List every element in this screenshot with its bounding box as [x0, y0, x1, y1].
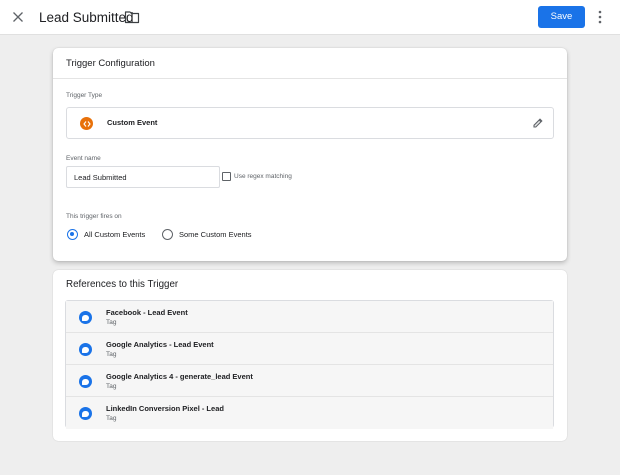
trigger-type-selector[interactable]: Custom Event [66, 107, 554, 139]
some-custom-events-radio[interactable] [162, 229, 173, 240]
event-name-label: Event name [66, 155, 101, 162]
reference-list: Facebook - Lead Event Tag Google Analyti… [65, 300, 554, 429]
reference-name: LinkedIn Conversion Pixel - Lead [106, 404, 224, 413]
reference-type: Tag [106, 415, 117, 422]
fires-on-label: This trigger fires on [66, 213, 122, 220]
top-bar: Lead Submitted Save [0, 0, 620, 35]
page-title[interactable]: Lead Submitted [39, 9, 134, 26]
all-custom-events-label: All Custom Events [84, 230, 146, 239]
more-vert-icon[interactable] [594, 8, 606, 26]
save-button[interactable]: Save [538, 6, 585, 28]
custom-event-icon [80, 117, 93, 130]
tag-icon [79, 343, 92, 356]
close-icon[interactable] [8, 7, 28, 27]
tag-icon [79, 375, 92, 388]
trigger-configuration-card: Trigger Configuration Trigger Type Custo… [53, 48, 567, 261]
reference-type: Tag [106, 319, 117, 326]
regex-label: Use regex matching [234, 173, 292, 180]
reference-type: Tag [106, 351, 117, 358]
reference-item-linkedin[interactable]: LinkedIn Conversion Pixel - Lead Tag [66, 397, 553, 429]
reference-name: Google Analytics - Lead Event [106, 340, 214, 349]
card-title: Trigger Configuration [53, 48, 567, 79]
reference-item-google-analytics[interactable]: Google Analytics - Lead Event Tag [66, 333, 553, 365]
tag-icon [79, 311, 92, 324]
reference-type: Tag [106, 383, 117, 390]
references-card: References to this Trigger Facebook - Le… [53, 270, 567, 441]
all-custom-events-radio[interactable] [67, 229, 78, 240]
tag-icon [79, 407, 92, 420]
edit-pencil-icon[interactable] [532, 117, 544, 129]
reference-item-ga4[interactable]: Google Analytics 4 - generate_lead Event… [66, 365, 553, 397]
card-title: References to this Trigger [66, 279, 179, 290]
trigger-type-name: Custom Event [107, 118, 158, 127]
folder-icon[interactable] [124, 10, 140, 24]
reference-item-facebook[interactable]: Facebook - Lead Event Tag [66, 301, 553, 333]
reference-name: Facebook - Lead Event [106, 308, 188, 317]
trigger-type-label: Trigger Type [66, 92, 103, 99]
reference-name: Google Analytics 4 - generate_lead Event [106, 372, 253, 381]
some-custom-events-label: Some Custom Events [179, 230, 252, 239]
event-name-input[interactable] [66, 166, 220, 188]
regex-checkbox[interactable] [222, 172, 231, 181]
